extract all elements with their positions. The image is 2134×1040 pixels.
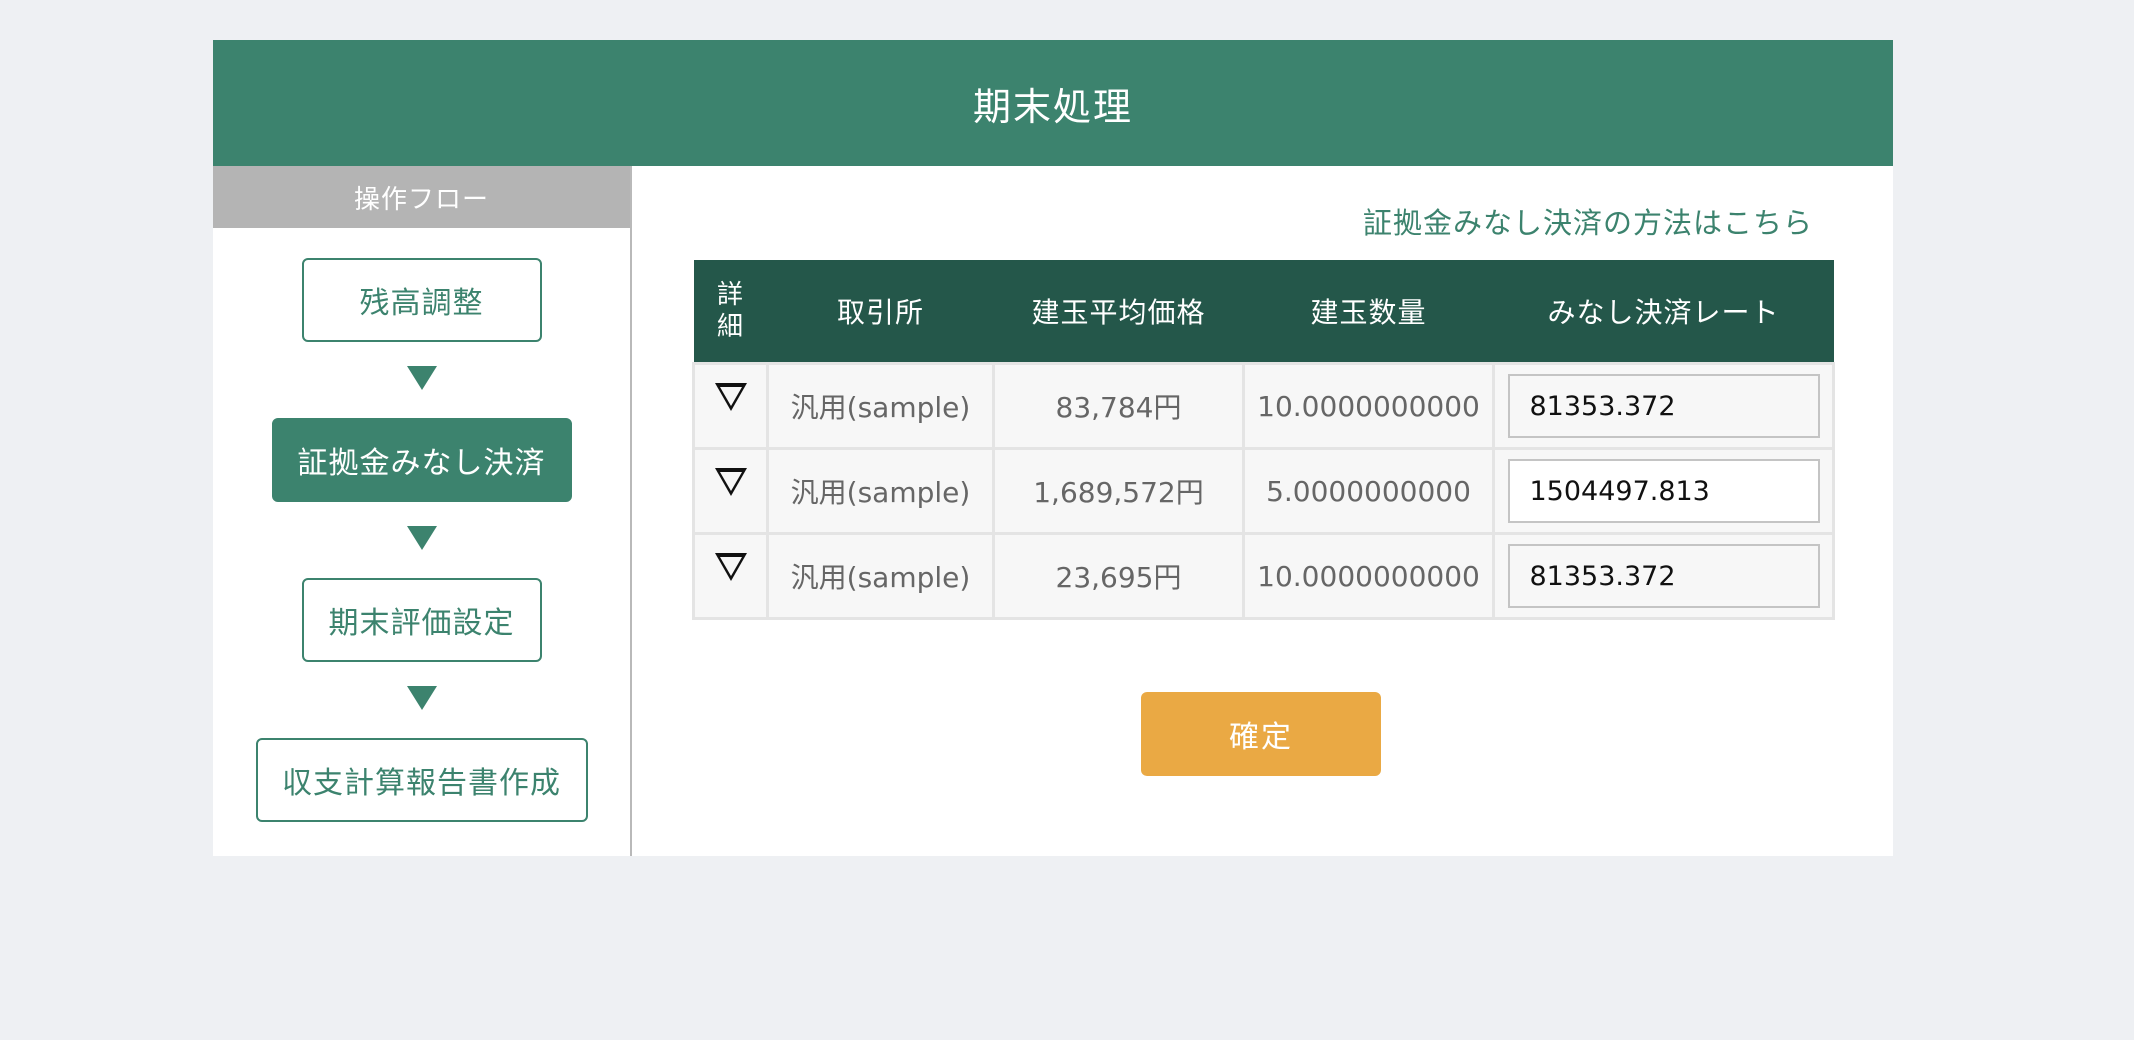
step-margin-deemed-settlement[interactable]: 証拠金みなし決済 [271, 418, 572, 502]
step-label: 期末評価設定 [328, 606, 515, 641]
detail-header-line: 詳 [716, 280, 744, 310]
flow-arrow-down-icon [406, 366, 437, 390]
sidebar-header-label: 操作フロー [353, 184, 489, 215]
positions-table: 詳 細 取引所 建玉平均価格 建玉数量 みなし決済レート 汎用(sample) … [692, 260, 1835, 620]
content-area: 操作フロー 残高調整 証拠金みなし決済 期末評価設定 収支計算報告書作成 証拠金… [213, 166, 1893, 856]
settlement-help-link[interactable]: 証拠金みなし決済の方法はこちら [1363, 200, 1813, 242]
period-end-panel: 期末処理 操作フロー 残高調整 証拠金みなし決済 期末評価設定 収支計算報告書作… [213, 40, 1893, 856]
page-title: 期末処理 [972, 84, 1133, 129]
column-header-quantity: 建玉数量 [1243, 260, 1494, 364]
detail-header-line: 細 [716, 312, 744, 342]
settlement-rate-input[interactable] [1507, 374, 1820, 438]
table-row: 汎用(sample) 23,695円 10.0000000000 [692, 532, 1835, 620]
exchange-cell: 汎用(sample) [766, 447, 995, 535]
avg-price-cell: 83,784円 [992, 362, 1245, 450]
detail-cell [692, 447, 769, 535]
flow-arrow-down-icon [406, 686, 437, 710]
exchange-cell: 汎用(sample) [766, 362, 995, 450]
quantity-cell: 5.0000000000 [1242, 447, 1495, 535]
main-content: 証拠金みなし決済の方法はこちら 詳 細 取引所 建玉平均価格 建玉数量 みなし決… [632, 166, 1893, 856]
step-label: 証拠金みなし決済 [297, 446, 546, 481]
settlement-rate-input[interactable] [1507, 544, 1820, 608]
settlement-rate-input[interactable] [1507, 459, 1820, 523]
column-header-avg-price: 建玉平均価格 [993, 260, 1244, 364]
quantity-cell: 10.0000000000 [1242, 532, 1495, 620]
sidebar-header: 操作フロー [213, 166, 630, 228]
rate-cell [1492, 362, 1835, 450]
rate-cell [1492, 447, 1835, 535]
table-header-row: 詳 細 取引所 建玉平均価格 建玉数量 みなし決済レート [693, 260, 1834, 364]
quantity-cell: 10.0000000000 [1242, 362, 1495, 450]
confirm-button[interactable]: 確定 [1141, 692, 1381, 776]
column-header-exchange: 取引所 [767, 260, 994, 364]
expand-triangle-icon[interactable] [714, 467, 747, 496]
step-label: 収支計算報告書作成 [282, 766, 561, 801]
page-header: 期末処理 [213, 40, 1893, 166]
operation-flow-sidebar: 操作フロー 残高調整 証拠金みなし決済 期末評価設定 収支計算報告書作成 [213, 166, 632, 856]
step-balance-adjustment[interactable]: 残高調整 [301, 258, 542, 342]
expand-triangle-icon[interactable] [714, 382, 747, 411]
detail-cell [692, 532, 769, 620]
avg-price-cell: 1,689,572円 [992, 447, 1245, 535]
exchange-cell: 汎用(sample) [766, 532, 995, 620]
step-period-end-valuation[interactable]: 期末評価設定 [301, 578, 542, 662]
expand-triangle-icon[interactable] [714, 552, 747, 581]
column-header-detail: 詳 細 [693, 260, 768, 364]
column-header-settlement-rate: みなし決済レート [1493, 260, 1834, 364]
detail-cell [692, 362, 769, 450]
table-row: 汎用(sample) 1,689,572円 5.0000000000 [692, 447, 1835, 535]
flow-arrow-down-icon [406, 526, 437, 550]
step-label: 残高調整 [359, 286, 484, 321]
avg-price-cell: 23,695円 [992, 532, 1245, 620]
rate-cell [1492, 532, 1835, 620]
step-income-expense-report[interactable]: 収支計算報告書作成 [255, 738, 588, 822]
table-row: 汎用(sample) 83,784円 10.0000000000 [692, 362, 1835, 450]
